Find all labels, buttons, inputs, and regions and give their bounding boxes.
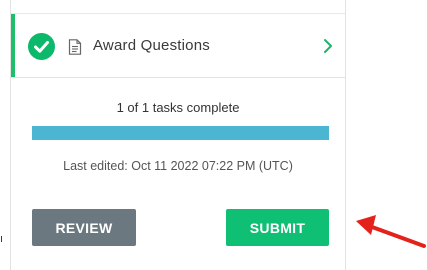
task-panel: Award Questions 1 of 1 tasks complete La… xyxy=(10,0,346,270)
red-arrow-annotation xyxy=(356,215,426,248)
task-label: Award Questions xyxy=(93,37,210,54)
progress-summary: 1 of 1 tasks complete xyxy=(116,100,240,115)
task-item-award-questions[interactable]: Award Questions xyxy=(11,14,345,78)
check-circle-icon xyxy=(28,33,55,60)
chevron-right-icon[interactable] xyxy=(322,38,334,54)
document-icon xyxy=(68,39,82,55)
progress-bar-fill xyxy=(32,126,329,140)
progress-bar xyxy=(32,126,329,140)
left-text-fragment: ı xyxy=(0,233,4,245)
panel-top-strip xyxy=(11,0,345,14)
last-edited-timestamp: Last edited: Oct 11 2022 07:22 PM (UTC) xyxy=(63,159,293,173)
screenshot-stage: ı Award Questions 1 of 1 tasks complete … xyxy=(0,0,427,270)
review-button[interactable]: REVIEW xyxy=(32,209,136,246)
submit-button[interactable]: SUBMIT xyxy=(226,209,329,246)
task-active-indicator xyxy=(11,14,15,77)
